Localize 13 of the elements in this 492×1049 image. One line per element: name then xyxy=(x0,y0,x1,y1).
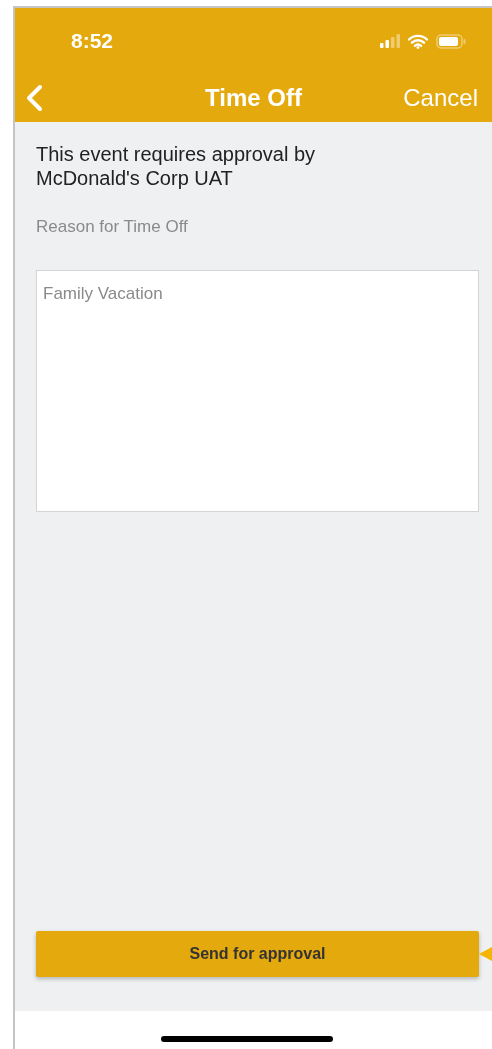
screen-title: Time Off xyxy=(205,83,302,113)
triangle-pointer-icon xyxy=(479,947,492,961)
battery-icon xyxy=(436,33,466,49)
reason-input-field[interactable]: Family Vacation xyxy=(36,269,479,512)
wifi-icon xyxy=(408,33,428,49)
send-for-approval-button[interactable]: Send for approval xyxy=(36,931,479,977)
approval-notice: This event requires approval by McDonald's Corp UAT xyxy=(36,142,317,190)
back-button[interactable] xyxy=(25,84,43,112)
chevron-left-icon xyxy=(25,84,43,112)
signal-icon xyxy=(380,34,400,48)
field-label: Reason for Time Off xyxy=(36,216,189,238)
status-time: 8:52 xyxy=(71,28,114,55)
home-indicator[interactable] xyxy=(160,1036,333,1042)
